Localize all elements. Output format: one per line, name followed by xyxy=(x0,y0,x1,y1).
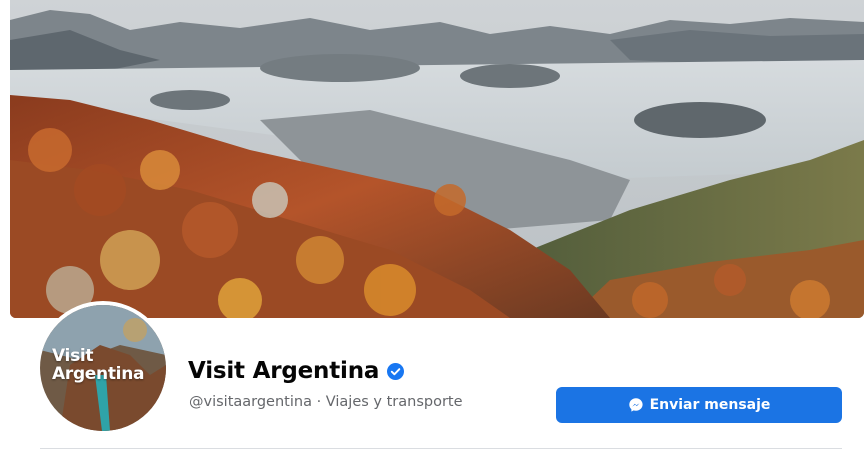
page-title[interactable]: Visit Argentina xyxy=(188,358,379,384)
avatar-logo-line-2: Argentina xyxy=(52,364,145,384)
header-divider xyxy=(40,448,842,449)
avatar-logo-text: Visit Argentina xyxy=(52,347,144,383)
page-handle-category: @visitaargentina · Viajes y transporte xyxy=(189,394,463,410)
page-title-row: Visit Argentina xyxy=(188,358,405,384)
cover-landscape-image xyxy=(10,0,864,318)
send-message-button[interactable]: Enviar mensaje xyxy=(556,387,842,423)
send-message-label: Enviar mensaje xyxy=(649,397,771,413)
avatar-logo-line-1: Visit xyxy=(52,346,94,366)
verified-check-icon xyxy=(387,362,405,380)
profile-avatar[interactable]: Visit Argentina xyxy=(40,305,166,431)
cover-photo[interactable] xyxy=(10,0,864,318)
messenger-icon xyxy=(628,398,643,412)
